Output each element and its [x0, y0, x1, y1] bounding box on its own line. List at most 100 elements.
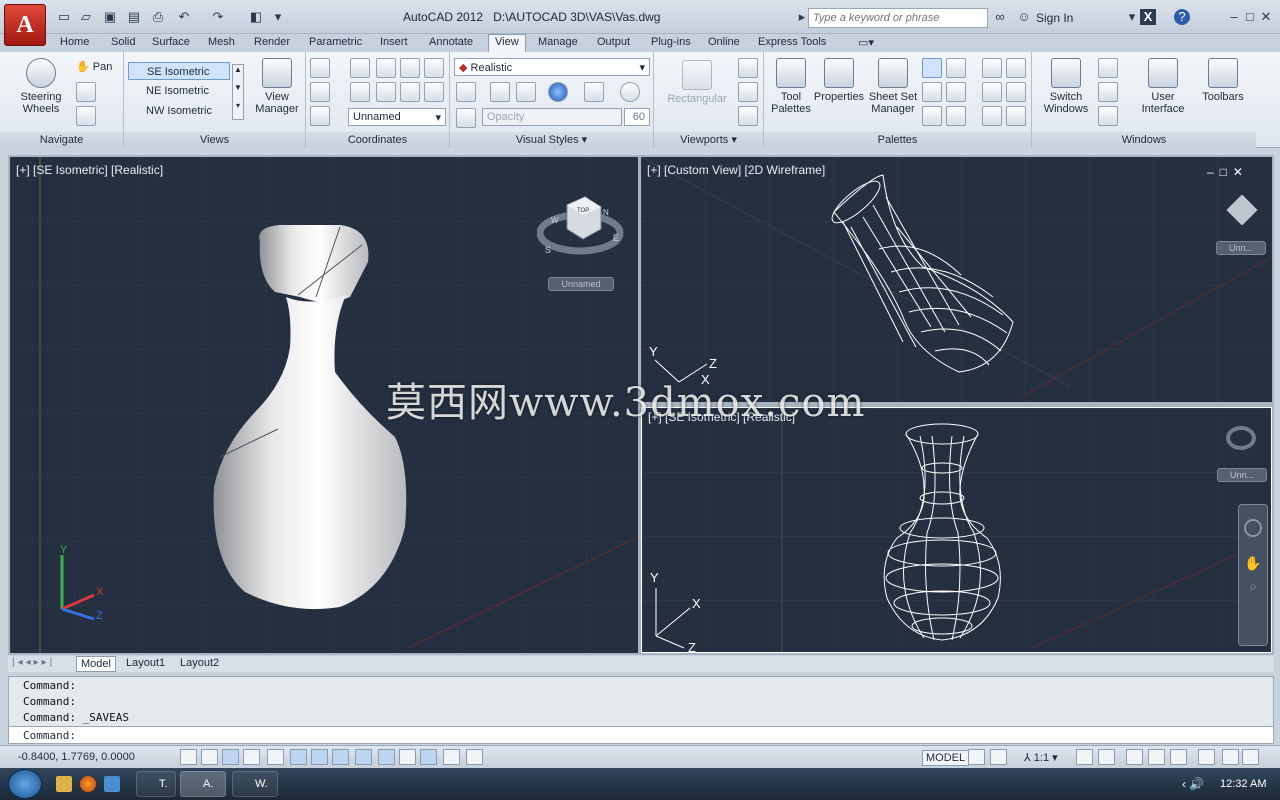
- tray-icons[interactable]: ‹ 🔊: [1182, 777, 1204, 791]
- layout-nav-icons[interactable]: |◂◂▸▸|: [12, 657, 55, 668]
- undo-icon[interactable]: ↶: [176, 9, 192, 25]
- tab-insert[interactable]: Insert: [380, 34, 408, 52]
- taskbar-item-autocad[interactable]: A.: [180, 771, 226, 797]
- ucs-face-icon[interactable]: [424, 82, 444, 102]
- binoculars-icon[interactable]: ∞: [992, 9, 1008, 25]
- maximize-icon[interactable]: □: [1242, 9, 1258, 25]
- saveas-icon[interactable]: ▤: [126, 9, 142, 25]
- tab-output[interactable]: Output: [597, 34, 630, 52]
- sun-icon[interactable]: [982, 106, 1002, 126]
- properties-button[interactable]: Properties: [812, 58, 866, 103]
- tab-plugins[interactable]: Plug-ins: [651, 34, 691, 52]
- grid-icon[interactable]: [222, 749, 239, 765]
- ucs-menu[interactable]: Unn...: [1217, 468, 1267, 482]
- tool-palettes-button[interactable]: Tool Palettes: [768, 58, 814, 115]
- materials-editor-icon[interactable]: [1006, 82, 1026, 102]
- tile-horizontal-icon[interactable]: [1098, 58, 1118, 78]
- steering-wheel-icon[interactable]: [1244, 519, 1262, 537]
- tab-solid[interactable]: Solid: [111, 34, 135, 52]
- rectangular-viewport-button[interactable]: Rectangular: [662, 60, 732, 105]
- status-menu-icon[interactable]: [1222, 749, 1239, 765]
- tab-annotate[interactable]: Annotate: [429, 34, 473, 52]
- zoom-extents-icon[interactable]: ⌕: [1244, 578, 1262, 595]
- named-viewports-icon[interactable]: [738, 58, 758, 78]
- annotation-scale[interactable]: ⅄ 1:1 ▾: [1024, 751, 1058, 764]
- ucs-x-icon[interactable]: [376, 58, 396, 78]
- edge-effects-icon[interactable]: [456, 82, 476, 102]
- auto-scale-icon[interactable]: [1098, 749, 1115, 765]
- plot-icon[interactable]: ⎙: [150, 9, 166, 25]
- tile-vertical-icon[interactable]: [1098, 82, 1118, 102]
- object-color-icon[interactable]: [516, 82, 536, 102]
- tab-layout2[interactable]: Layout2: [176, 656, 223, 672]
- viewcube-small[interactable]: [1226, 426, 1256, 450]
- qa-dropdown-icon[interactable]: ▾: [270, 9, 286, 25]
- quickcalc-icon[interactable]: [946, 82, 966, 102]
- ducs-icon[interactable]: [355, 749, 372, 765]
- lineweight-icon[interactable]: [399, 749, 416, 765]
- snap-icon[interactable]: [201, 749, 218, 765]
- ucs-icon[interactable]: [310, 58, 330, 78]
- layer-props-icon[interactable]: [922, 82, 942, 102]
- visual-styles-label[interactable]: Visual Styles ▾: [450, 132, 653, 148]
- viewport-bottom-right[interactable]: [+] [SE Isometric] [Realistic] Unn... ✋ …: [641, 407, 1272, 653]
- model-space-button[interactable]: MODEL: [922, 750, 970, 766]
- signin-dropdown-icon[interactable]: ▾: [1124, 9, 1140, 25]
- ortho-icon[interactable]: [243, 749, 260, 765]
- dyn-icon[interactable]: [378, 749, 395, 765]
- orbit-icon[interactable]: [76, 82, 96, 102]
- ucs-z-icon[interactable]: [424, 58, 444, 78]
- face-style-icon[interactable]: [490, 82, 510, 102]
- ucs-y-icon[interactable]: [400, 58, 420, 78]
- sign-in-link[interactable]: Sign In: [1036, 11, 1073, 25]
- transparency-icon[interactable]: [420, 749, 437, 765]
- tab-express-tools[interactable]: Express Tools: [758, 34, 826, 52]
- selection-cycling-icon[interactable]: [466, 749, 483, 765]
- workspace-switch-icon[interactable]: [1126, 749, 1143, 765]
- viewport-window-controls[interactable]: –□✕: [1207, 165, 1249, 179]
- dbconnect-icon[interactable]: [946, 106, 966, 126]
- viewport-clip-icon[interactable]: [738, 82, 758, 102]
- tab-view[interactable]: View: [488, 34, 526, 52]
- firefox-icon[interactable]: [80, 776, 96, 792]
- viewport-label[interactable]: [+] [Custom View] [2D Wireframe]: [647, 163, 825, 177]
- ucs-combo[interactable]: Unnamed ▾: [348, 108, 446, 126]
- viewport-label[interactable]: [+] [SE Isometric] [Realistic]: [16, 163, 163, 177]
- isolate-objects-icon[interactable]: [1198, 749, 1215, 765]
- ucs-origin-icon[interactable]: [310, 82, 330, 102]
- polar-icon[interactable]: [267, 749, 284, 765]
- ucs-previous-icon[interactable]: [350, 82, 370, 102]
- open-icon[interactable]: ▱: [78, 9, 94, 25]
- 3d-osnap-icon[interactable]: [311, 749, 328, 765]
- zoom-icon[interactable]: [76, 106, 96, 126]
- lock-icon[interactable]: [1148, 749, 1165, 765]
- tab-parametric[interactable]: Parametric: [309, 34, 362, 52]
- render-window-icon[interactable]: [982, 58, 1002, 78]
- pan-button[interactable]: ✋ Pan: [76, 60, 112, 73]
- lights-icon[interactable]: [1006, 58, 1026, 78]
- viewports-label[interactable]: Viewports ▾: [654, 132, 763, 148]
- redo-icon[interactable]: ↷: [210, 9, 226, 25]
- annotation-visibility-icon[interactable]: [1076, 749, 1093, 765]
- view-manager-button[interactable]: View Manager: [252, 58, 302, 115]
- opacity-slider[interactable]: Opacity: [482, 108, 622, 126]
- tab-online[interactable]: Online: [708, 34, 740, 52]
- ucs-menu[interactable]: Unn...: [1216, 241, 1266, 255]
- explorer-icon[interactable]: [56, 776, 72, 792]
- save-icon[interactable]: ▣: [102, 9, 118, 25]
- visual-style-combo[interactable]: ◆ Realistic ▾: [454, 58, 650, 76]
- tab-render[interactable]: Render: [254, 34, 290, 52]
- sheet-set-manager-button[interactable]: Sheet Set Manager: [866, 58, 920, 115]
- materials-browser-icon[interactable]: [982, 82, 1002, 102]
- application-menu-button[interactable]: A: [4, 4, 46, 46]
- opacity-value[interactable]: 60: [624, 108, 650, 126]
- coordinates-readout[interactable]: -0.8400, 1.7769, 0.0000: [18, 751, 135, 763]
- clock[interactable]: 12:32 AM: [1220, 778, 1266, 790]
- tab-layout1[interactable]: Layout1: [122, 656, 169, 672]
- osnap-icon[interactable]: [290, 749, 307, 765]
- ucs-view-icon[interactable]: [376, 82, 396, 102]
- infer-constraints-icon[interactable]: [180, 749, 197, 765]
- toolbars-button[interactable]: Toolbars: [1198, 58, 1248, 103]
- user-interface-button[interactable]: User Interface: [1134, 58, 1192, 115]
- cascade-icon[interactable]: [1098, 106, 1118, 126]
